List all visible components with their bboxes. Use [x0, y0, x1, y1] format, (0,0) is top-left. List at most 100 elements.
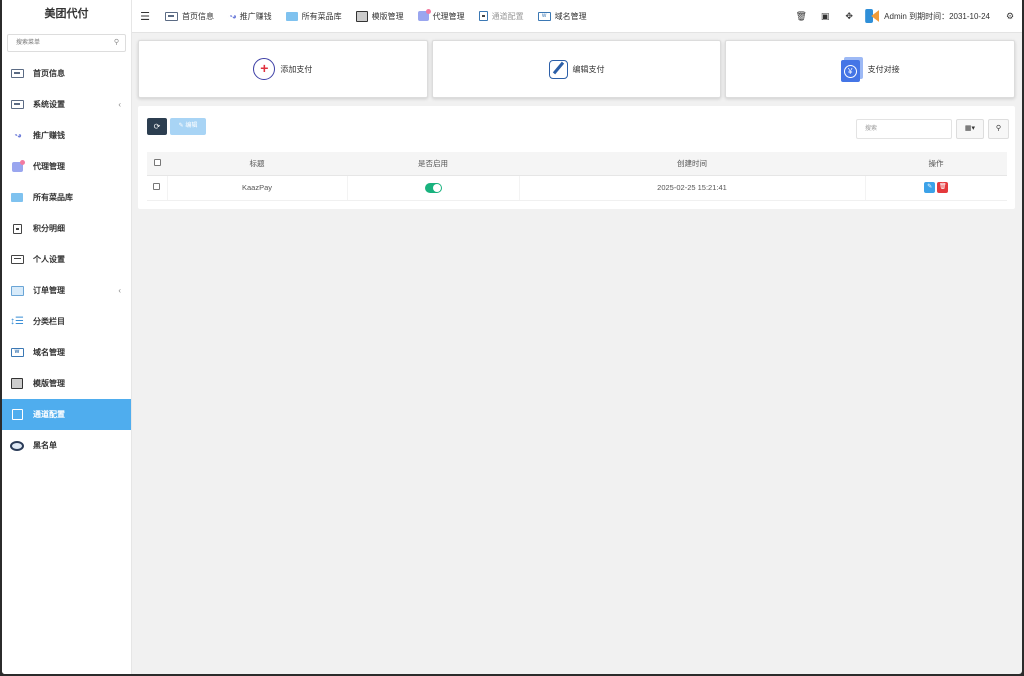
sort-icon: ↕☰ [10, 316, 24, 327]
glasses-icon: ◔◕ [13, 131, 22, 140]
tab-agents[interactable]: 代理管理 [411, 0, 472, 33]
tab-channels[interactable]: 通道配置 [472, 0, 531, 33]
blacklist-icon [10, 440, 24, 451]
tab-label: 域名管理 [554, 11, 587, 21]
doc-icon [10, 223, 24, 234]
sidebar-item-label: 个人设置 [33, 255, 65, 264]
payment-integration-card[interactable]: ¥ 支付对接 [725, 40, 1016, 98]
sidebar-item-label: 首页信息 [33, 69, 65, 78]
sidebar-item-blacklist[interactable]: 黑名单 [2, 430, 131, 461]
action-cards: + 添加支付 编辑支付 ¥ 支付对接 [138, 40, 1016, 98]
channel-icon [10, 409, 24, 420]
translate-icon[interactable]: ▣ [813, 11, 837, 22]
row-select-cell[interactable] [147, 175, 168, 201]
card-icon [165, 11, 178, 21]
sidebar-item-label: 推广赚钱 [33, 131, 65, 140]
user-label: Admin 到期时间：2031-10-24 [884, 11, 990, 21]
sidebar-item-categories[interactable]: ↕☰ 分类栏目 [2, 306, 131, 337]
main-content: + 添加支付 编辑支付 ¥ 支付对接 ⟳ ✎ 编辑 搜索 ▦▾ ⚲ 标题 是否启… [132, 33, 1022, 674]
sidebar-item-label: 分类栏目 [33, 317, 65, 326]
tab-dishes[interactable]: 所有菜品库 [279, 0, 349, 33]
sidebar-item-profile[interactable]: 个人设置 [2, 244, 131, 275]
menu-search-input[interactable] [8, 35, 125, 51]
columns-icon: ▦▾ [964, 125, 976, 132]
avatar [865, 9, 879, 23]
sidebar-item-channels[interactable]: 通道配置 [2, 399, 131, 430]
domain-icon: w [537, 11, 551, 21]
col-created: 创建时间 [519, 152, 865, 176]
tab-label: 代理管理 [432, 11, 465, 21]
sidebar-item-label: 积分明细 [33, 224, 65, 233]
domain-icon: w [10, 347, 24, 358]
user-menu[interactable]: Admin 到期时间：2031-10-24 [861, 9, 998, 23]
columns-toggle-button[interactable]: ▦▾ [956, 119, 984, 139]
top-bar-actions: 🗑 ▣ ✥ Admin 到期时间：2031-10-24 ⚙ [789, 0, 1022, 33]
row-delete-button[interactable]: 🗑 [937, 182, 949, 193]
select-all-checkbox[interactable] [153, 158, 161, 166]
refresh-button[interactable]: ⟳ [147, 118, 167, 135]
row-edit-button[interactable]: ✎ [924, 182, 936, 193]
add-payment-label: 添加支付 [280, 64, 313, 74]
fullscreen-icon[interactable]: ✥ [837, 11, 861, 22]
table-tools: 搜索 ▦▾ ⚲ [856, 119, 1009, 139]
search-button[interactable]: ⚲ [988, 119, 1009, 139]
sidebar-item-agents[interactable]: 代理管理 [2, 151, 131, 182]
select-all-header[interactable] [147, 152, 167, 176]
menu-search[interactable]: ⚲ [7, 34, 126, 52]
tab-home[interactable]: 首页信息 [158, 0, 221, 33]
app-window: 美团代付 ⚲ 首页信息 系统设置 ‹ ◔◕ 推广赚钱 代理管理 [2, 0, 1022, 674]
refresh-icon: ⟳ [153, 122, 161, 131]
sidebar-item-label: 代理管理 [33, 162, 65, 171]
grid-icon [285, 11, 298, 21]
chevron-left-icon: ‹ [118, 100, 121, 109]
sidebar-item-orders[interactable]: 订单管理 ‹ [2, 275, 131, 306]
channel-table: 标题 是否启用 创建时间 操作 KaazPay 2025-02-25 15:21… [147, 152, 1007, 201]
sidebar-item-points[interactable]: 积分明细 [2, 213, 131, 244]
tab-label: 通道配置 [491, 11, 524, 21]
channel-table-panel: ⟳ ✎ 编辑 搜索 ▦▾ ⚲ 标题 是否启用 创建时间 操作 KaazPay 2… [138, 106, 1015, 209]
tab-label: 推广赚钱 [239, 11, 272, 21]
sidebar-item-label: 域名管理 [33, 348, 65, 357]
chevron-left-icon: ‹ [118, 286, 121, 295]
sidebar-item-templates[interactable]: 模版管理 [2, 368, 131, 399]
top-bar: ☰ 首页信息 ◔◕ 推广赚钱 所有菜品库 模版管理 代理管理 通道配置 w 域名… [132, 0, 1022, 33]
glasses-icon: ◔◕ [228, 11, 237, 21]
table-toolbar: ⟳ ✎ 编辑 [147, 118, 206, 135]
sidebar-item-label: 订单管理 [33, 286, 65, 295]
enabled-toggle[interactable] [424, 182, 442, 193]
sidebar-item-system-settings[interactable]: 系统设置 ‹ [2, 89, 131, 120]
gear-icon[interactable]: ⚙ [998, 11, 1022, 22]
row-created: 2025-02-25 15:21:41 [519, 175, 866, 201]
sidebar-item-home[interactable]: 首页信息 [2, 58, 131, 89]
search-icon: ⚲ [995, 125, 1002, 132]
sidebar-item-dishes[interactable]: 所有菜品库 [2, 182, 131, 213]
grid-icon [10, 192, 24, 203]
sidebar-item-domains[interactable]: w 域名管理 [2, 337, 131, 368]
trash-icon[interactable]: 🗑 [789, 11, 813, 22]
sidebar: 美团代付 ⚲ 首页信息 系统设置 ‹ ◔◕ 推广赚钱 代理管理 [2, 0, 132, 674]
payment-icon: ¥ [840, 56, 863, 82]
tab-domains[interactable]: w 域名管理 [531, 0, 594, 33]
row-actions: ✎ 🗑 [865, 175, 1007, 201]
template-icon [355, 10, 368, 22]
card-icon [10, 68, 24, 79]
sidebar-item-label: 模版管理 [33, 379, 65, 388]
edit-payment-card[interactable]: 编辑支付 [431, 40, 722, 98]
template-icon [10, 378, 24, 389]
tab-label: 首页信息 [182, 11, 214, 21]
sidebar-item-label: 系统设置 [33, 100, 65, 109]
row-title: KaazPay [167, 175, 348, 201]
payment-integration-label: 支付对接 [867, 64, 900, 74]
table-search-input[interactable]: 搜索 [856, 119, 952, 139]
edit-button[interactable]: ✎ 编辑 [170, 118, 206, 135]
edit-payment-label: 编辑支付 [572, 64, 605, 74]
tab-templates[interactable]: 模版管理 [349, 0, 411, 33]
tab-promotion[interactable]: ◔◕ 推广赚钱 [221, 0, 279, 33]
row-checkbox[interactable] [153, 183, 161, 190]
tab-label: 模版管理 [371, 11, 404, 21]
menu-toggle-icon[interactable]: ☰ [132, 10, 158, 23]
add-payment-card[interactable]: + 添加支付 [138, 40, 428, 98]
table-row[interactable]: KaazPay 2025-02-25 15:21:41 ✎ 🗑 [147, 175, 1007, 201]
sidebar-item-promotion[interactable]: ◔◕ 推广赚钱 [2, 120, 131, 151]
plus-circle-icon: + [253, 58, 276, 80]
